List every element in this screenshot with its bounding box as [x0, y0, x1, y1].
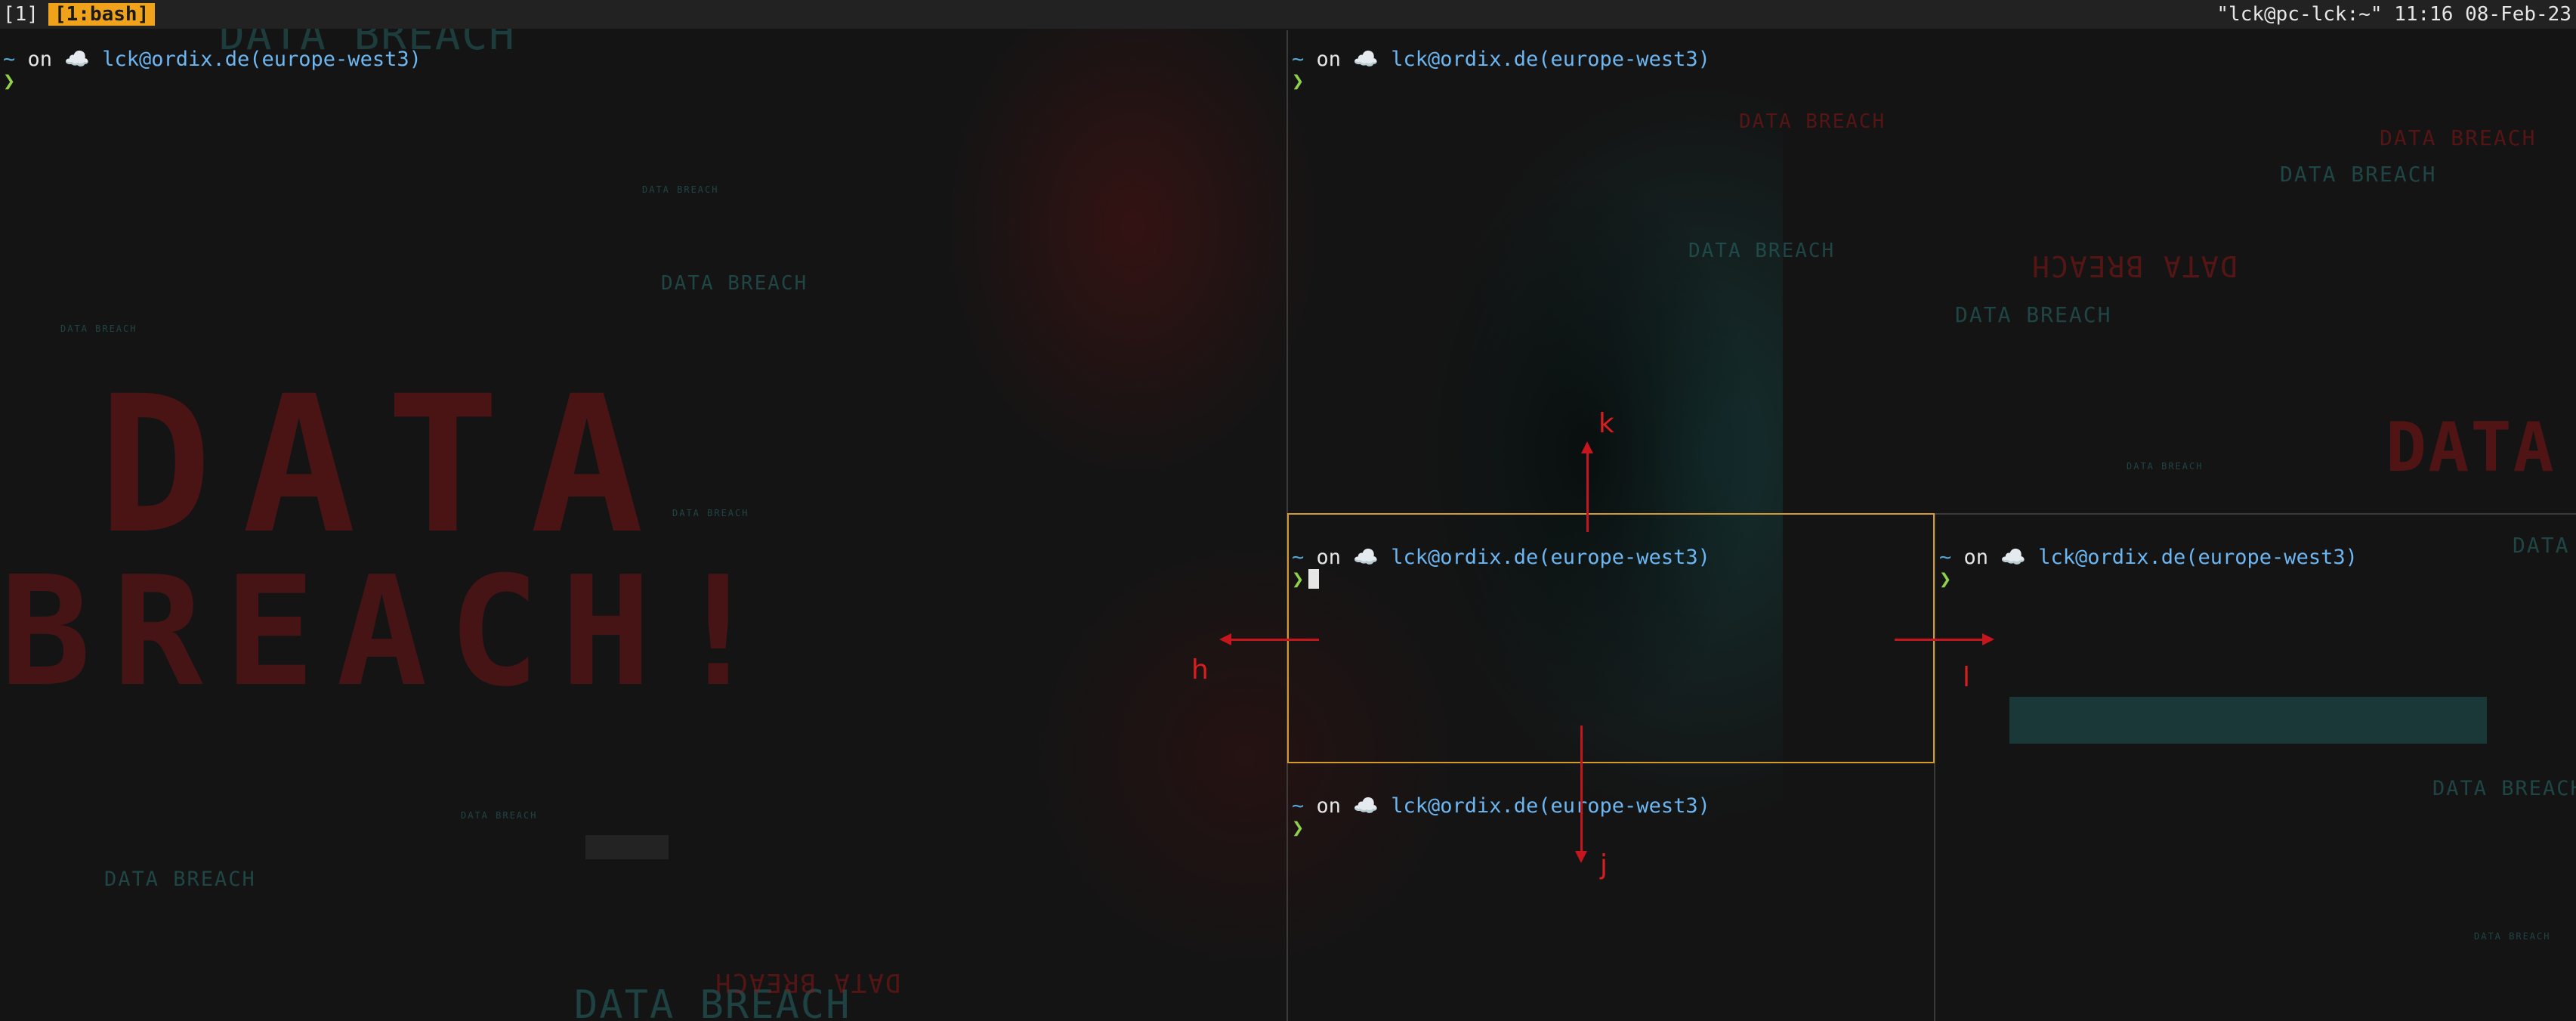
key-label-up: k [1598, 408, 1614, 439]
key-label-left: h [1191, 654, 1209, 685]
gcloud-account: lck@ordix.de(europe-west3) [1391, 48, 1710, 71]
arrow-right-line [1895, 639, 1984, 641]
arrow-left-line [1231, 639, 1319, 641]
window-tab-bash[interactable]: [1:bash] [48, 3, 156, 26]
pane-top-right[interactable]: ~ on ☁️ lck@ordix.de(europe-west3) ❯ [1289, 30, 2576, 512]
status-host-time: "lck@pc-lck:~" 11:16 08-Feb-23 [2216, 3, 2571, 26]
arrow-left-icon [1219, 633, 1231, 645]
cloud-icon: ☁️ [2000, 546, 2026, 569]
prompt-on: on [1316, 48, 1342, 71]
arrow-up-line [1586, 450, 1589, 532]
key-label-down: j [1600, 849, 1608, 880]
shell-prompt: ~ on ☁️ lck@ordix.de(europe-west3) [1939, 545, 2358, 569]
pane-bottom[interactable]: ~ on ☁️ lck@ordix.de(europe-west3) ❯ [1289, 765, 1934, 1021]
cloud-icon: ☁️ [1353, 48, 1379, 71]
gcloud-account: lck@ordix.de(europe-west3) [2038, 546, 2358, 569]
prompt-on: on [1963, 546, 1989, 569]
gcloud-account: lck@ordix.de(europe-west3) [1391, 794, 1710, 818]
prompt-on: on [27, 48, 53, 71]
cwd-tilde: ~ [1292, 794, 1305, 818]
arrow-right-icon [1982, 633, 1994, 645]
active-pane-border [1287, 513, 1935, 763]
prompt-caret: ❯ [1292, 70, 1305, 93]
session-label: [1] [3, 3, 39, 26]
tmux-status-bar: [1] [1:bash] "lck@pc-lck:~" 11:16 08-Feb… [0, 0, 2576, 29]
key-label-right: l [1963, 662, 1971, 693]
arrow-up-icon [1581, 441, 1593, 453]
arrow-down-line [1580, 726, 1583, 854]
terminal-screen: DATA BREACH! DATA BREACH DATA BREACH DAT… [0, 0, 2576, 1021]
arrow-down-icon [1575, 851, 1587, 863]
pane-right[interactable]: ~ on ☁️ lck@ordix.de(europe-west3) ❯ [1936, 515, 2576, 1021]
cloud-icon: ☁️ [64, 48, 90, 71]
cwd-tilde: ~ [1939, 546, 1952, 569]
cwd-tilde: ~ [1292, 48, 1305, 71]
prompt-on: on [1316, 794, 1342, 818]
shell-prompt: ~ on ☁️ lck@ordix.de(europe-west3) [3, 47, 422, 71]
pane-top-left[interactable]: ~ on ☁️ lck@ordix.de(europe-west3) ❯ [0, 30, 1286, 1021]
shell-prompt: ~ on ☁️ lck@ordix.de(europe-west3) [1292, 794, 1710, 818]
prompt-caret: ❯ [1939, 568, 1952, 591]
cloud-icon: ☁️ [1353, 794, 1379, 818]
cwd-tilde: ~ [3, 48, 16, 71]
shell-prompt: ~ on ☁️ lck@ordix.de(europe-west3) [1292, 47, 1710, 71]
gcloud-account: lck@ordix.de(europe-west3) [102, 48, 422, 71]
prompt-caret: ❯ [1292, 816, 1305, 840]
prompt-caret: ❯ [3, 70, 16, 93]
